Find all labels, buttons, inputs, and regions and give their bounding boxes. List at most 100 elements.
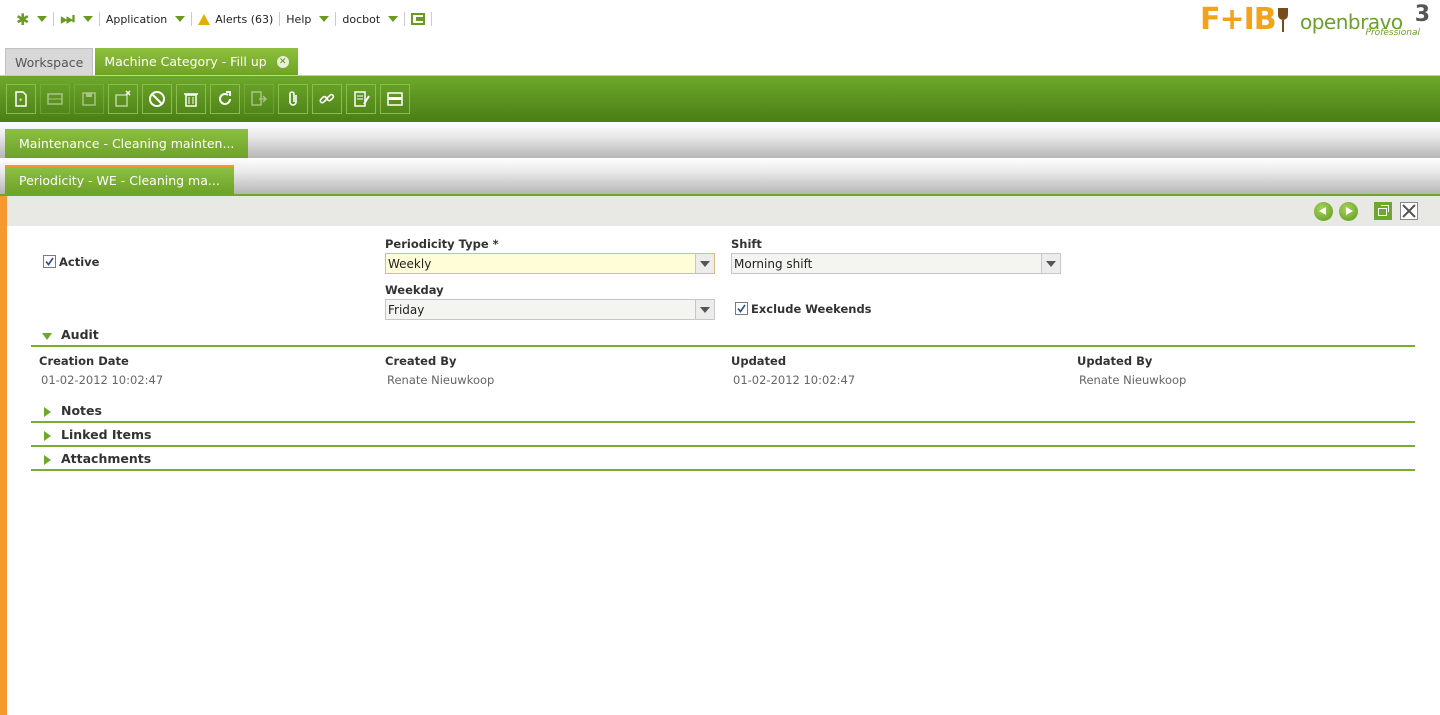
next-record-button[interactable] bbox=[1339, 202, 1358, 221]
attach-button[interactable] bbox=[278, 84, 308, 114]
maximize-button[interactable] bbox=[1374, 202, 1392, 220]
audit-trail-button[interactable] bbox=[346, 84, 376, 114]
shift-select[interactable]: Morning shift bbox=[731, 253, 1061, 274]
linked-items-section-title: Linked Items bbox=[61, 427, 152, 442]
close-icon bbox=[1402, 204, 1416, 218]
logout-icon bbox=[411, 13, 426, 25]
chevron-down-icon bbox=[37, 16, 48, 22]
save-icon bbox=[82, 92, 96, 106]
tab-label: Periodicity - WE - Cleaning ma... bbox=[19, 173, 220, 188]
tab-workspace[interactable]: Workspace bbox=[5, 48, 94, 75]
quick-launch-button[interactable]: ⏭ bbox=[54, 9, 98, 29]
tab-periodicity[interactable]: Periodicity - WE - Cleaning ma... bbox=[5, 165, 234, 194]
save-close-icon bbox=[115, 90, 131, 107]
tab-maintenance[interactable]: Maintenance - Cleaning mainten... bbox=[5, 129, 249, 158]
fast-forward-icon: ⏭ bbox=[60, 9, 75, 28]
svg-text:*: * bbox=[19, 97, 23, 105]
audit-trail-icon bbox=[354, 91, 370, 107]
close-form-button[interactable] bbox=[1400, 202, 1418, 220]
tab-label: Maintenance - Cleaning mainten... bbox=[19, 136, 235, 151]
chevron-right-icon bbox=[44, 431, 51, 441]
updated-label: Updated bbox=[731, 354, 787, 368]
chevron-down-icon[interactable] bbox=[1041, 254, 1060, 273]
cancel-icon bbox=[149, 91, 165, 107]
exclude-weekends-checkbox[interactable] bbox=[735, 302, 748, 315]
shift-value: Morning shift bbox=[734, 257, 813, 271]
link-button[interactable] bbox=[312, 84, 342, 114]
creation-date-value: 01-02-2012 10:02:47 bbox=[41, 373, 164, 387]
linked-items-section-header[interactable]: Linked Items bbox=[31, 423, 1415, 447]
arrow-right-icon bbox=[1346, 207, 1353, 215]
export-button[interactable] bbox=[244, 84, 274, 114]
user-menu[interactable]: docbot bbox=[336, 9, 404, 29]
audit-section-header[interactable]: Audit bbox=[31, 323, 1415, 347]
new-row-icon bbox=[47, 93, 63, 105]
application-menu-label: Application bbox=[105, 12, 168, 26]
form-view-icon bbox=[387, 92, 403, 106]
weekday-label: Weekday bbox=[385, 283, 444, 297]
openbravo-edition: Professional bbox=[1365, 28, 1420, 38]
arrow-left-icon bbox=[1319, 207, 1326, 215]
user-menu-label: docbot bbox=[342, 12, 381, 26]
updated-value: 01-02-2012 10:02:47 bbox=[733, 373, 856, 387]
chevron-down-icon bbox=[42, 333, 52, 340]
link-icon bbox=[319, 93, 335, 104]
chevron-down-icon[interactable] bbox=[695, 254, 714, 273]
help-menu[interactable]: Help bbox=[280, 9, 335, 29]
company-logo: F+IB bbox=[1200, 4, 1288, 36]
paperclip-icon bbox=[289, 91, 297, 106]
chevron-right-icon bbox=[44, 455, 51, 465]
previous-record-button[interactable] bbox=[1314, 202, 1333, 221]
check-icon bbox=[737, 304, 746, 313]
periodicity-type-label: Periodicity Type * bbox=[385, 237, 499, 251]
logout-button[interactable] bbox=[405, 9, 431, 29]
window-toolbar: * bbox=[0, 76, 1440, 122]
created-by-label: Created By bbox=[385, 354, 457, 368]
main-tab-bar: Workspace Machine Category - Fill up ✕ bbox=[0, 47, 1440, 76]
notes-section-title: Notes bbox=[61, 403, 102, 418]
weekday-value: Friday bbox=[388, 303, 425, 317]
chevron-right-icon bbox=[44, 407, 51, 417]
divider bbox=[431, 12, 433, 26]
active-label: Active bbox=[59, 255, 100, 269]
attachments-section-title: Attachments bbox=[61, 451, 152, 466]
creation-date-label: Creation Date bbox=[39, 354, 129, 368]
weekday-select[interactable]: Friday bbox=[385, 299, 715, 320]
tab-machine-category[interactable]: Machine Category - Fill up ✕ bbox=[95, 48, 298, 75]
tab-label: Workspace bbox=[15, 54, 84, 70]
delete-button[interactable] bbox=[176, 84, 206, 114]
undo-button[interactable] bbox=[142, 84, 172, 114]
alerts-label: Alerts (63) bbox=[215, 12, 274, 26]
attachments-section-header[interactable]: Attachments bbox=[31, 447, 1415, 471]
alerts-button[interactable]: Alerts (63) bbox=[192, 9, 279, 29]
quick-create-button[interactable]: ✱ bbox=[10, 9, 53, 29]
save-button[interactable] bbox=[74, 84, 104, 114]
tab-label: Machine Category - Fill up bbox=[104, 54, 267, 69]
chevron-down-icon[interactable] bbox=[695, 300, 714, 319]
wine-glass-icon bbox=[1277, 6, 1288, 34]
new-document-button[interactable]: * bbox=[6, 84, 36, 114]
chevron-down-icon bbox=[388, 16, 399, 22]
warning-icon bbox=[198, 13, 211, 25]
export-icon bbox=[251, 91, 268, 106]
openbravo-version: 3 bbox=[1414, 2, 1430, 27]
asterisk-icon: ✱ bbox=[16, 9, 30, 29]
check-icon bbox=[45, 257, 54, 266]
shift-label: Shift bbox=[731, 237, 762, 251]
help-menu-label: Help bbox=[286, 12, 312, 26]
subtab-bar-level1: Maintenance - Cleaning mainten... bbox=[0, 122, 1440, 161]
notes-section-header[interactable]: Notes bbox=[31, 399, 1415, 423]
new-row-button[interactable] bbox=[40, 84, 70, 114]
application-menu[interactable]: Application bbox=[100, 9, 191, 29]
active-checkbox[interactable] bbox=[43, 255, 56, 268]
save-close-button[interactable] bbox=[108, 84, 138, 114]
refresh-button[interactable] bbox=[210, 84, 240, 114]
updated-by-value: Renate Nieuwkoop bbox=[1079, 373, 1187, 387]
toggle-grid-button[interactable] bbox=[380, 84, 410, 114]
new-document-icon: * bbox=[15, 91, 27, 107]
periodicity-type-select[interactable]: Weekly bbox=[385, 253, 715, 274]
chevron-down-icon bbox=[82, 16, 93, 22]
close-icon[interactable]: ✕ bbox=[276, 55, 289, 68]
company-logo-text: F+IB bbox=[1200, 2, 1277, 37]
created-by-value: Renate Nieuwkoop bbox=[387, 373, 495, 387]
